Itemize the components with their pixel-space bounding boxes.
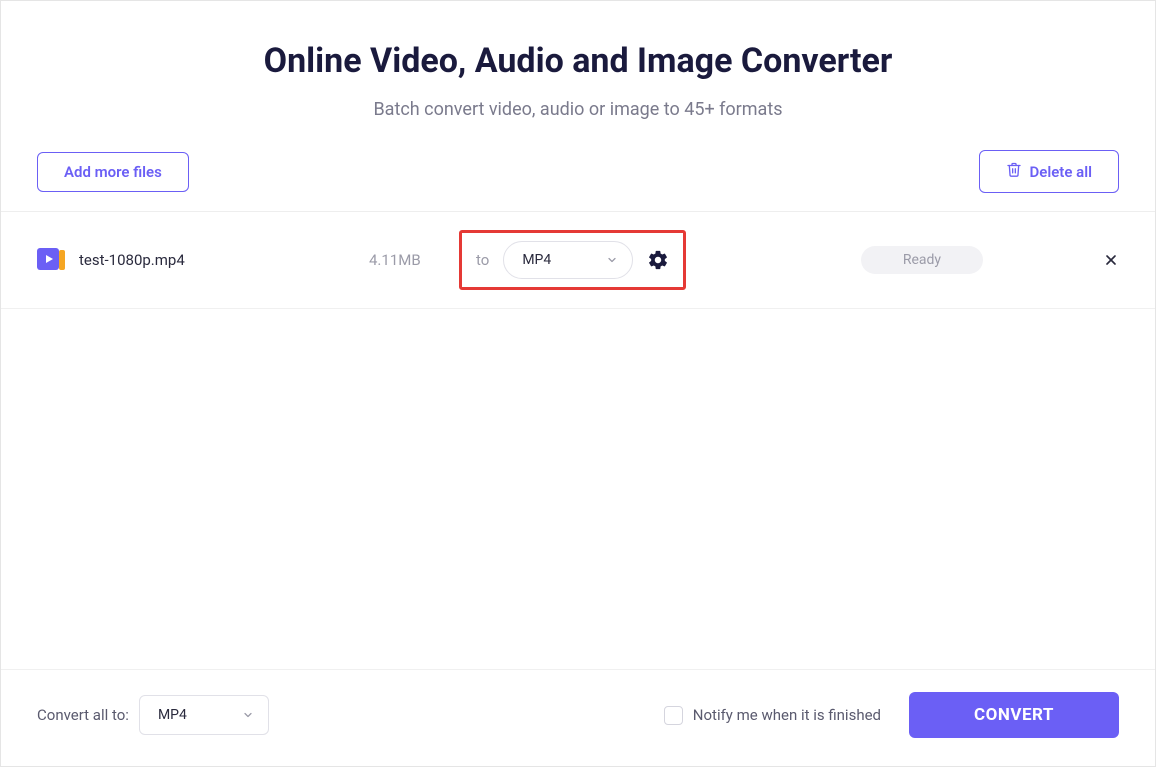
page-title: Online Video, Audio and Image Converter — [21, 41, 1135, 81]
file-size: 4.11MB — [369, 251, 459, 269]
chevron-down-icon — [242, 706, 254, 725]
file-status-area: Ready — [861, 246, 1119, 274]
video-file-icon — [37, 248, 67, 272]
toolbar: Add more files Delete all — [1, 150, 1155, 211]
page-header: Online Video, Audio and Image Converter … — [1, 1, 1155, 150]
trash-icon — [1006, 161, 1022, 182]
delete-all-button[interactable]: Delete all — [979, 150, 1120, 193]
convert-all-format-value: MP4 — [158, 707, 187, 723]
remove-file-button[interactable] — [1103, 252, 1119, 268]
notify-option: Notify me when it is finished — [664, 706, 881, 725]
output-format-value: MP4 — [522, 252, 551, 268]
convert-button[interactable]: CONVERT — [909, 692, 1119, 738]
notify-label: Notify me when it is finished — [693, 706, 881, 724]
file-name: test-1080p.mp4 — [79, 251, 369, 269]
notify-checkbox[interactable] — [664, 706, 683, 725]
footer-bar: Convert all to: MP4 Notify me when it is… — [1, 669, 1155, 766]
add-more-files-label: Add more files — [64, 163, 162, 181]
convert-all-label: Convert all to: — [37, 706, 129, 724]
output-format-select[interactable]: MP4 — [503, 241, 633, 279]
chevron-down-icon — [606, 251, 618, 270]
file-list: test-1080p.mp4 4.11MB to MP4 Ready — [1, 211, 1155, 669]
format-selection-highlight: to MP4 — [459, 230, 686, 290]
delete-all-label: Delete all — [1030, 163, 1093, 181]
page-subtitle: Batch convert video, audio or image to 4… — [21, 99, 1135, 120]
settings-icon[interactable] — [647, 249, 669, 271]
convert-all-format-select[interactable]: MP4 — [139, 695, 269, 735]
status-badge: Ready — [861, 246, 983, 274]
add-more-files-button[interactable]: Add more files — [37, 152, 189, 192]
to-label: to — [476, 251, 489, 269]
file-row: test-1080p.mp4 4.11MB to MP4 Ready — [1, 212, 1155, 309]
convert-button-label: CONVERT — [974, 705, 1054, 725]
